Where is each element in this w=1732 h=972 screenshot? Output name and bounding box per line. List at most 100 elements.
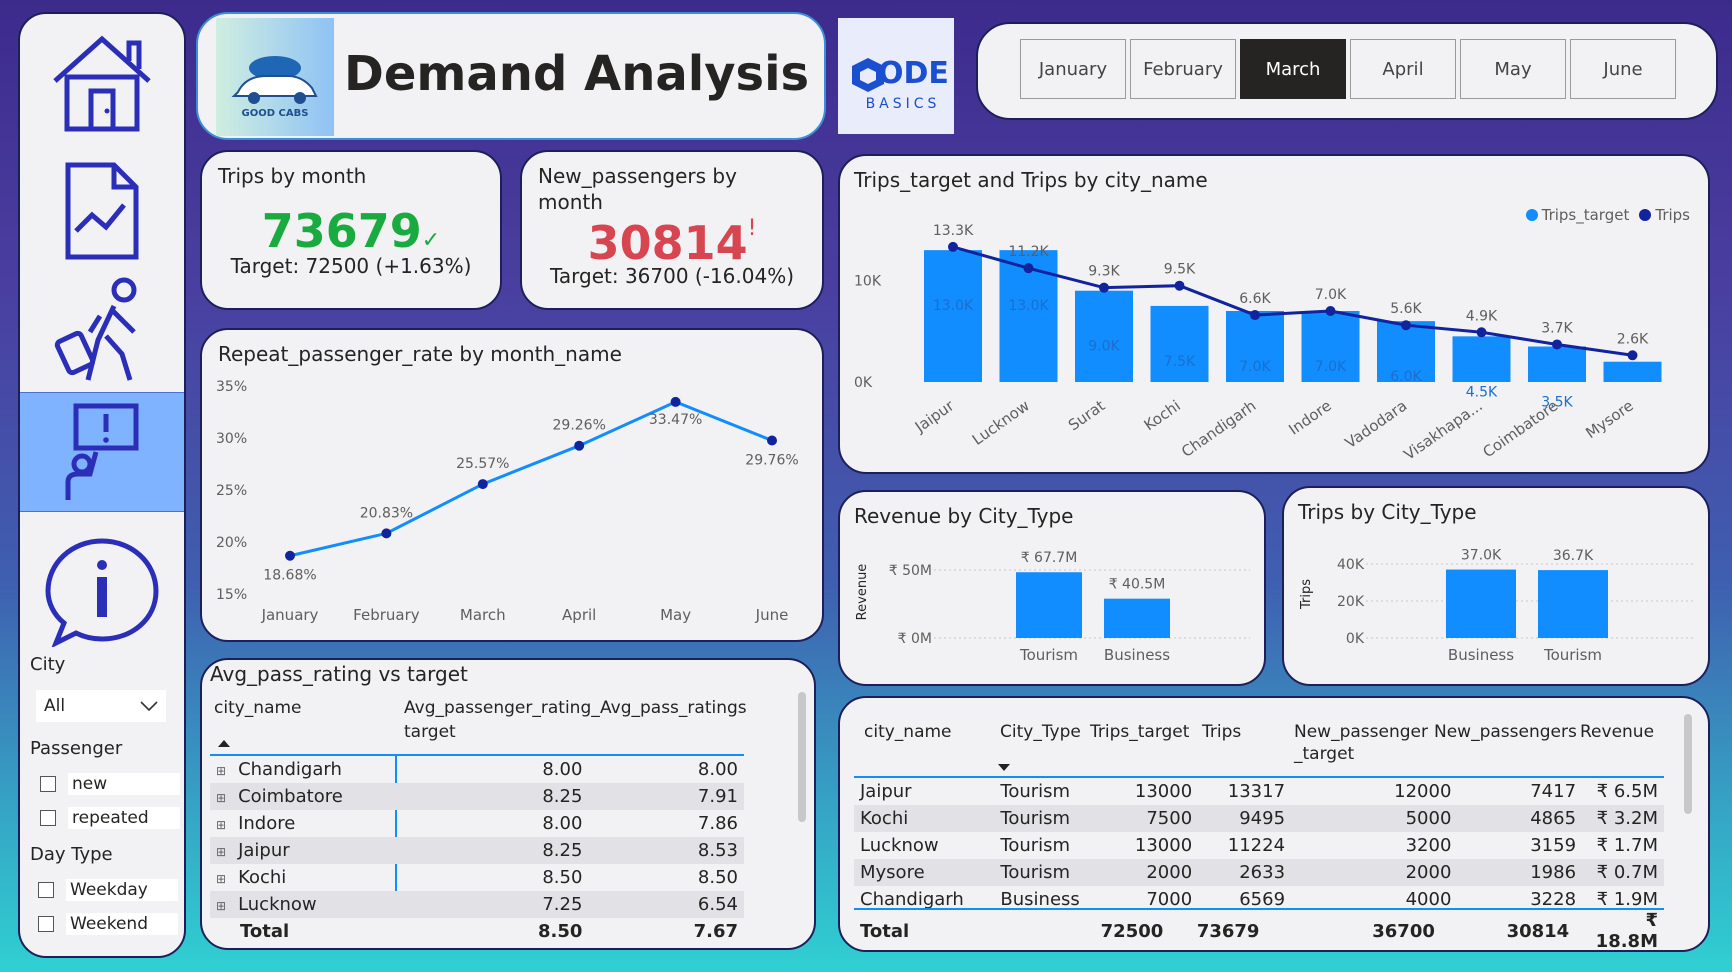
data-point[interactable] [1401, 320, 1411, 331]
y-tick-label: ₹ 50M [889, 563, 932, 579]
city-col-header[interactable]: New_passenger [1294, 722, 1428, 742]
data-point[interactable] [948, 241, 958, 252]
page-title: Demand Analysis [344, 46, 810, 102]
table-cell: Tourism [994, 805, 1094, 832]
passenger-filter-label: Passenger [30, 738, 123, 759]
expand-icon[interactable]: ⊞ [216, 845, 226, 859]
data-point[interactable] [670, 396, 681, 407]
data-point[interactable] [477, 479, 488, 490]
city-col-header[interactable]: Revenue [1580, 722, 1654, 742]
expand-icon[interactable]: ⊞ [216, 872, 226, 886]
nav-home[interactable] [20, 24, 184, 142]
city-scrollbar[interactable] [1684, 714, 1692, 814]
table-row[interactable]: ⊞ Indore 8.00 7.86 [210, 810, 744, 837]
city-col-header[interactable]: city_name [864, 722, 952, 742]
data-point[interactable] [767, 435, 777, 446]
month-button-february[interactable]: February [1130, 39, 1236, 99]
nav-info[interactable] [20, 532, 184, 650]
data-point[interactable] [1325, 306, 1336, 316]
bar[interactable] [1104, 598, 1170, 638]
city-col-header[interactable]: _target [1294, 744, 1354, 764]
daytype-option-weekend[interactable]: Weekend [38, 912, 178, 936]
rating-col-header-ratings[interactable]: Avg_pass_ratings [600, 698, 747, 718]
bar[interactable] [1016, 572, 1082, 638]
bar[interactable] [1538, 570, 1608, 638]
expand-icon[interactable]: ⊞ [216, 818, 226, 832]
brand-sub: BASICS [865, 96, 941, 112]
data-point[interactable] [574, 440, 585, 451]
table-row[interactable]: ⊞ Kochi 8.50 8.50 [210, 864, 744, 891]
table-cell: 11224 [1227, 835, 1286, 856]
total-cell: Total [854, 910, 982, 950]
nav-demand-analysis[interactable] [20, 392, 184, 512]
passenger-option-new[interactable]: new [40, 772, 180, 796]
data-point[interactable] [1174, 280, 1185, 291]
month-button-january[interactable]: January [1020, 39, 1126, 99]
data-point[interactable] [1476, 327, 1487, 338]
data-point[interactable] [381, 528, 392, 539]
info-icon [45, 538, 159, 647]
rating-col-header-city[interactable]: city_name [214, 698, 302, 718]
bar[interactable] [1446, 569, 1516, 638]
table-cell: 6569 [1239, 889, 1286, 908]
passenger-option-repeated[interactable]: repeated [40, 806, 180, 830]
total-row: Total 8.50 7.67 [210, 918, 744, 945]
rating-scrollbar[interactable] [798, 692, 806, 822]
table-row[interactable]: ⊞ Chandigarh 8.00 8.00 [210, 756, 744, 783]
data-point[interactable] [1627, 350, 1638, 361]
rating-table-card: Avg_pass_rating vs target city_name Avg_… [200, 658, 816, 950]
table-row[interactable]: Jaipur Tourism 13000 13317 12000 7417 ₹ 6.5M [854, 778, 1664, 805]
city-col-header[interactable]: New_passengers [1434, 722, 1577, 742]
bar-trips-target[interactable] [1528, 346, 1586, 383]
expand-icon[interactable]: ⊞ [216, 899, 226, 913]
city-col-header[interactable]: City_Type [1000, 722, 1081, 742]
traveller-icon [54, 277, 137, 381]
city-col-header[interactable]: Trips_target [1090, 722, 1189, 742]
brand-main: ODE [878, 56, 949, 91]
table-row[interactable]: Chandigarh Business 7000 6569 4000 3228 ₹ 1.9M [854, 886, 1664, 908]
data-point[interactable] [285, 550, 295, 561]
month-button-march[interactable]: March [1240, 39, 1346, 99]
table-row[interactable]: ⊞ Jaipur 8.25 8.53 [210, 837, 744, 864]
city-col-header[interactable]: Trips [1202, 722, 1241, 742]
month-button-april[interactable]: April [1350, 39, 1456, 99]
checkbox-repeated[interactable] [40, 810, 56, 826]
nav-traveller[interactable] [20, 272, 184, 390]
checkbox-weekday[interactable] [38, 882, 54, 898]
expand-icon[interactable]: ⊞ [216, 764, 226, 778]
table-cell: Tourism [1000, 781, 1071, 802]
bar-trips-target[interactable] [924, 250, 982, 382]
y-tick-label: 15% [216, 587, 247, 603]
bar-trips-target[interactable] [1603, 361, 1662, 382]
rating-col-header-target-1[interactable]: Avg_passenger_rating_ [404, 698, 600, 718]
table-cell: Coimbatore [238, 786, 343, 807]
bar-trips-target[interactable] [1150, 305, 1209, 382]
data-point[interactable] [1099, 282, 1109, 293]
bar-trips-target[interactable] [1452, 336, 1511, 382]
table-cell: 8.00 [697, 759, 738, 780]
trips-city-chart-card: Trips_target and Trips by city_name Trip… [838, 154, 1710, 474]
nav-trend-report[interactable] [20, 152, 184, 270]
city-dropdown[interactable]: All [36, 690, 166, 722]
expand-icon[interactable]: ⊞ [216, 791, 226, 805]
x-tick-label: Mysore [1582, 397, 1636, 443]
table-row[interactable]: Mysore Tourism 2000 2633 2000 1986 ₹ 0.7M [854, 859, 1664, 886]
month-button-may[interactable]: May [1460, 39, 1566, 99]
daytype-option-weekday[interactable]: Weekday [38, 878, 178, 902]
data-point[interactable] [1552, 339, 1562, 350]
bar-label: 7.0K [1315, 359, 1347, 375]
table-cell: 2000 [1291, 859, 1458, 886]
table-row[interactable]: Kochi Tourism 7500 9495 5000 4865 ₹ 3.2M [854, 805, 1664, 832]
table-cell: Jaipur [860, 781, 912, 802]
checkbox-weekend[interactable] [38, 916, 54, 932]
data-point[interactable] [1023, 263, 1034, 274]
bar-trips-target[interactable] [1075, 290, 1133, 382]
checkbox-new[interactable] [40, 776, 56, 792]
table-row[interactable]: ⊞ Lucknow 7.25 6.54 [210, 891, 744, 918]
kpi-trips-target: Target: 72500 (+1.63%) [230, 254, 472, 278]
month-button-june[interactable]: June [1570, 39, 1676, 99]
bar-label: 13.0K [933, 298, 974, 314]
table-row[interactable]: ⊞ Coimbatore 8.25 7.91 [210, 783, 744, 810]
table-row[interactable]: Lucknow Tourism 13000 11224 3200 3159 ₹ 1.7M [854, 832, 1664, 859]
data-point[interactable] [1250, 310, 1260, 321]
